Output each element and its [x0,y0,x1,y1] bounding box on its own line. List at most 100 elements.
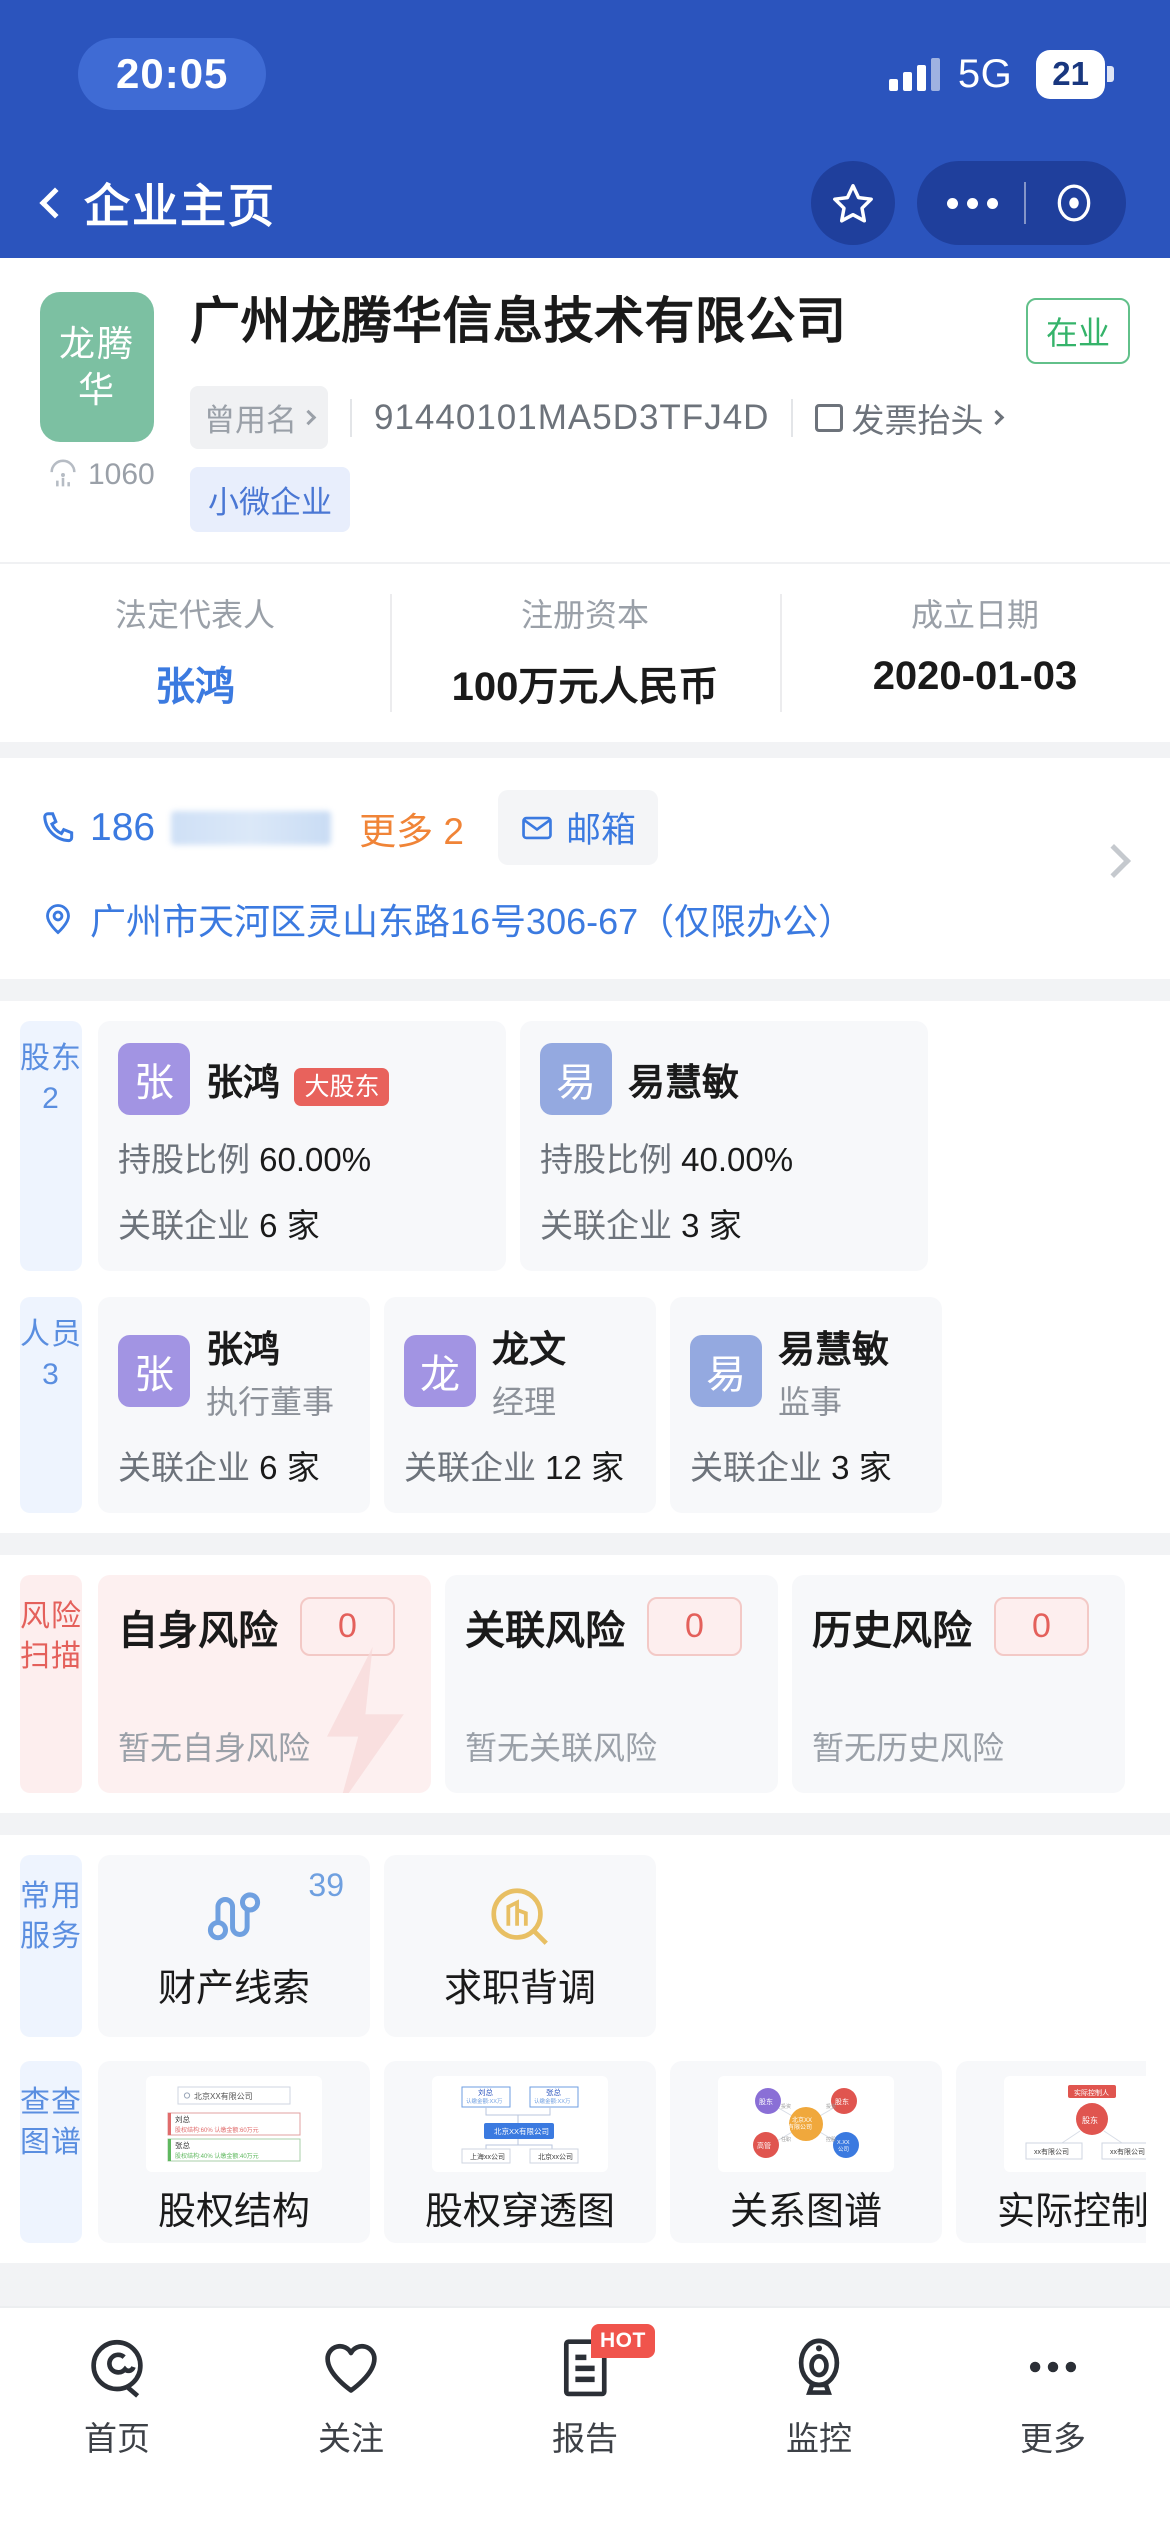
graphs-side-label[interactable]: 查查图谱 [20,2061,82,2243]
back-button[interactable]: 企业主页 [39,170,276,236]
tab-label: 更多 [1020,2420,1086,2457]
member-name[interactable]: 龙文 [492,1319,566,1373]
risk-head: 关联风险 0 [465,1597,758,1656]
actual-controller-thumb: 实际控制人 股东 xx有限公司 xx有限公司 [1004,2075,1146,2172]
shareholder-name[interactable]: 易慧敏 [628,1062,739,1103]
credit-code[interactable]: 91440101MA5D3TFJ4D [374,398,769,438]
tab-monitor[interactable]: 监控 [702,2334,936,2460]
company-logo: 龙腾华 [40,292,154,442]
graph-item-actual-controller[interactable]: 实际控制人 股东 xx有限公司 xx有限公司 实际控制人 [956,2061,1146,2243]
graph-label: 股权穿透图 [424,2190,615,2233]
graph-item-equity-structure[interactable]: 北京XX有限公司 刘总 股权结构:60% 认缴金额:60万元 张总 股权结构:4… [98,2061,370,2243]
side-label-count: 2 [42,1081,60,1115]
tab-more[interactable]: 更多 [936,2334,1170,2460]
status-time: 20:05 [78,38,267,110]
members-list: 张 张鸿 执行董事 关联企业 6 家 龙 龙文 经理 关联企业 12 家 易 易… [82,1297,1146,1513]
tab-report[interactable]: HOT 报告 [468,2324,702,2460]
more-phones-button[interactable]: 更多 2 [359,801,464,855]
service-item-property-clue[interactable]: 39 财产线索 [98,1855,370,2037]
member-related: 关联企业 3 家 [690,1449,892,1486]
member-related: 关联企业 6 家 [118,1449,320,1486]
svg-text:认缴金额:XX万: 认缴金额:XX万 [466,2097,503,2105]
home-at-icon [91,2339,143,2398]
service-item-background-check[interactable]: 求职背调 [384,1855,656,2037]
svg-text:上海xx公司: 上海xx公司 [470,2152,505,2161]
email-label: 邮箱 [565,811,636,850]
svg-text:股东: 股东 [759,2097,773,2106]
nav-bar: 企业主页 [0,148,1170,258]
risk-title: 历史风险 [812,1608,972,1653]
company-logo-block: 龙腾华 1060 [40,292,168,532]
list-item[interactable]: 张 张鸿 大股东 持股比例 60.00% 关联企业 6 家 [98,1021,506,1271]
ellipsis-icon[interactable] [947,197,998,209]
invoice-title-button[interactable]: 发票抬头 [815,394,1005,442]
risk-card-history[interactable]: 历史风险 0 暂无历史风险 [792,1575,1125,1793]
svg-text:认缴金额:XX万: 认缴金额:XX万 [534,2097,571,2105]
company-tag[interactable]: 小微企业 [190,467,350,532]
tab-label: 监控 [786,2420,852,2457]
favorite-button[interactable] [811,161,895,245]
relation-graph-thumb: 北京XX 有限公司 股东 股东 高管 X.XX 公司 投资 投资 任职 控股 [718,2075,894,2172]
target-circle-icon[interactable] [1052,181,1096,225]
member-head: 易 易慧敏 监事 [690,1319,922,1423]
member-name[interactable]: 张鸿 [206,1319,334,1373]
list-item[interactable]: 易 易慧敏 监事 关联企业 3 家 [670,1297,942,1513]
risk-list: 自身风险 0 暂无自身风险 关联风险 0 暂无关联风险 历史风险 0 暂无历史风… [82,1575,1146,1793]
risk-card-self[interactable]: 自身风险 0 暂无自身风险 [98,1575,431,1793]
shareholder-related: 关联企业 3 家 [540,1207,742,1244]
location-pin-icon [46,904,70,935]
company-stats-row: 法定代表人 张鸿 注册资本 100万元人民币 成立日期 2020-01-03 [0,562,1170,742]
risk-card-related[interactable]: 关联风险 0 暂无关联风险 [445,1575,778,1793]
member-role: 监事 [778,1384,843,1420]
tab-label: 关注 [318,2420,384,2457]
risk-empty-text: 暂无关联风险 [465,1730,658,1766]
bottom-tab-bar: 首页 关注 HOT 报告 监控 更多 [0,2306,1170,2532]
list-item[interactable]: 易 易慧敏 持股比例 40.00% 关联企业 3 家 [520,1021,928,1271]
battery-level: 21 [1036,49,1105,99]
stat-legal-rep[interactable]: 法定代表人 张鸿 [0,564,390,742]
graph-label: 实际控制人 [996,2190,1146,2233]
shareholders-side-label[interactable]: 股东 2 [20,1021,82,1271]
company-meta-row: 曾用名 91440101MA5D3TFJ4D 发票抬头 [190,386,1130,449]
avatar: 龙 [404,1335,476,1407]
member-name[interactable]: 易慧敏 [778,1319,889,1373]
phone-number[interactable]: 186 [40,806,332,850]
service-label: 财产线索 [157,1967,310,2010]
members-section: 人员 3 张 张鸿 执行董事 关联企业 6 家 龙 龙文 经理 关联企业 12 … [0,1291,1170,1533]
services-side-label[interactable]: 常用服务 [20,1855,82,2037]
members-side-label[interactable]: 人员 3 [20,1297,82,1513]
list-item[interactable]: 张 张鸿 执行董事 关联企业 6 家 [98,1297,370,1513]
shareholder-name[interactable]: 张鸿 [206,1062,280,1103]
risk-side-label[interactable]: 风险扫描 [20,1575,82,1793]
shareholder-related: 关联企业 6 家 [118,1207,320,1244]
graph-item-equity-penetration[interactable]: 刘总 认缴金额:XX万 张总 认缴金额:XX万 北京XX有限公司 上海xx公司 … [384,2061,656,2243]
graph-item-relation-graph[interactable]: 北京XX 有限公司 股东 股东 高管 X.XX 公司 投资 投资 任职 控股 关系… [670,2061,942,2243]
svg-text:xx有限公司: xx有限公司 [1034,2147,1069,2156]
former-name-button[interactable]: 曾用名 [190,386,328,449]
member-head: 张 张鸿 执行董事 [118,1319,350,1423]
side-label-text: 风险扫描 [20,1600,82,1673]
status-indicators: 5G 21 [888,49,1114,99]
miniprogram-capsule[interactable] [917,161,1126,245]
company-name[interactable]: 广州龙腾华信息技术有限公司 [190,292,1012,351]
email-button[interactable]: 邮箱 [497,790,658,865]
svg-text:股权结构:40% 认缴金额:40万元: 股权结构:40% 认缴金额:40万元 [175,2152,259,2160]
list-item[interactable]: 龙 龙文 经理 关联企业 12 家 [384,1297,656,1513]
avatar: 张 [118,1335,190,1407]
svg-text:公司: 公司 [838,2146,849,2153]
network-type-label: 5G [957,51,1013,96]
company-address[interactable]: 广州市天河区灵山东路16号306-67（仅限办公） [40,893,1130,945]
graphs-section: 查查图谱 北京XX有限公司 刘总 股权结构:60% 认缴金额:60万元 张总 股… [0,2057,1170,2263]
phone-icon [43,811,74,842]
risk-count: 0 [300,1597,395,1656]
stat-value[interactable]: 张鸿 [0,654,390,712]
contact-card[interactable]: 186 更多 2 邮箱 广州市天河区灵山东路16号306-67（仅限办公） [0,758,1170,979]
member-role: 执行董事 [206,1384,335,1420]
company-header: 龙腾华 1060 广州龙腾华信息技术有限公司 在业 曾用名 91440101MA… [0,258,1170,532]
tab-follow[interactable]: 关注 [234,2334,468,2460]
status-badge: 在业 [1025,298,1130,364]
risk-count: 0 [994,1597,1089,1656]
stat-value: 100万元人民币 [451,665,719,709]
svg-text:有限公司: 有限公司 [788,2123,812,2131]
tab-home[interactable]: 首页 [0,2334,234,2460]
